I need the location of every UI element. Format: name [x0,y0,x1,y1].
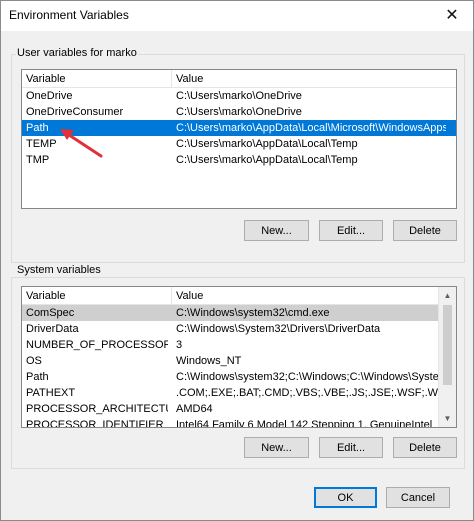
var-name: Path [26,371,49,383]
column-separator[interactable] [171,287,172,304]
user-var-row-onedriveconsumer[interactable]: OneDriveConsumer C:\Users\marko\OneDrive [22,104,456,120]
cancel-button[interactable]: Cancel [386,487,450,508]
system-var-row-os[interactable]: OS Windows_NT [22,353,456,369]
system-var-row-driverdata[interactable]: DriverData C:\Windows\System32\Drivers\D… [22,321,456,337]
column-header-variable[interactable]: Variable [26,73,66,85]
ok-button[interactable]: OK [314,487,377,508]
var-value: C:\Windows\system32\cmd.exe [176,307,330,319]
var-value: C:\Users\marko\AppData\Local\Temp [176,138,358,150]
var-value: 3 [176,339,183,351]
column-header-value[interactable]: Value [176,73,203,85]
var-value: C:\Users\marko\OneDrive [176,106,302,118]
user-variables-label: User variables for marko [16,47,138,59]
var-value: C:\Users\marko\AppData\Local\Temp [176,154,358,166]
system-variables-label: System variables [16,264,102,276]
close-icon[interactable]: ✕ [441,5,463,27]
user-new-button[interactable]: New... [244,220,309,241]
system-var-row-processor-architecture[interactable]: PROCESSOR_ARCHITECTU... AMD64 [22,401,456,417]
var-value: C:\Windows\System32\Drivers\DriverData [176,323,381,335]
column-header-variable[interactable]: Variable [26,290,66,302]
scrollbar-thumb[interactable] [443,305,452,385]
system-edit-button[interactable]: Edit... [319,437,383,458]
var-name: NUMBER_OF_PROCESSORS [26,339,168,351]
var-name: ComSpec [26,307,75,319]
var-value: C:\Windows\system32;C:\Windows;C:\Window… [176,371,446,383]
system-var-row-comspec[interactable]: ComSpec C:\Windows\system32\cmd.exe [22,305,456,321]
var-value: .COM;.EXE;.BAT;.CMD;.VBS;.VBE;.JS;.JSE;.… [176,387,446,399]
var-value: AMD64 [176,403,213,415]
var-value: C:\Users\marko\AppData\Local\Microsoft\W… [176,122,446,134]
user-var-row-onedrive[interactable]: OneDrive C:\Users\marko\OneDrive [22,88,456,104]
user-edit-button[interactable]: Edit... [319,220,383,241]
system-delete-button[interactable]: Delete [393,437,457,458]
user-delete-button[interactable]: Delete [393,220,457,241]
window-title: Environment Variables [9,8,129,22]
var-value: Intel64 Family 6 Model 142 Stepping 1, G… [176,419,433,428]
var-name: OneDrive [26,90,73,102]
annotation-arrow-icon [60,129,103,158]
column-header-value[interactable]: Value [176,290,203,302]
system-list-header: Variable Value [22,287,456,305]
var-name: PROCESSOR_IDENTIFIER [26,419,164,428]
var-name: OS [26,355,42,367]
scroll-up-icon[interactable]: ▲ [439,287,456,304]
system-new-button[interactable]: New... [244,437,309,458]
environment-variables-dialog: Environment Variables ✕ User variables f… [0,0,474,521]
system-variables-list[interactable]: Variable Value ComSpec C:\Windows\system… [21,286,457,428]
var-name: PROCESSOR_ARCHITECTU... [26,403,168,415]
system-list-scrollbar[interactable]: ▲ ▼ [438,287,456,427]
var-value: C:\Users\marko\OneDrive [176,90,302,102]
system-var-row-pathext[interactable]: PATHEXT .COM;.EXE;.BAT;.CMD;.VBS;.VBE;.J… [22,385,456,401]
var-name: DriverData [26,323,79,335]
var-value: Windows_NT [176,355,242,367]
scroll-down-icon[interactable]: ▼ [439,410,456,427]
title-bar[interactable]: Environment Variables ✕ [1,1,473,31]
system-var-row-number-of-processors[interactable]: NUMBER_OF_PROCESSORS 3 [22,337,456,353]
user-list-header: Variable Value [22,70,456,88]
var-name: OneDriveConsumer [26,106,124,118]
system-var-row-path[interactable]: Path C:\Windows\system32;C:\Windows;C:\W… [22,369,456,385]
column-separator[interactable] [171,70,172,87]
system-var-row-processor-identifier[interactable]: PROCESSOR_IDENTIFIER Intel64 Family 6 Mo… [22,417,456,428]
var-name: PATHEXT [26,387,76,399]
